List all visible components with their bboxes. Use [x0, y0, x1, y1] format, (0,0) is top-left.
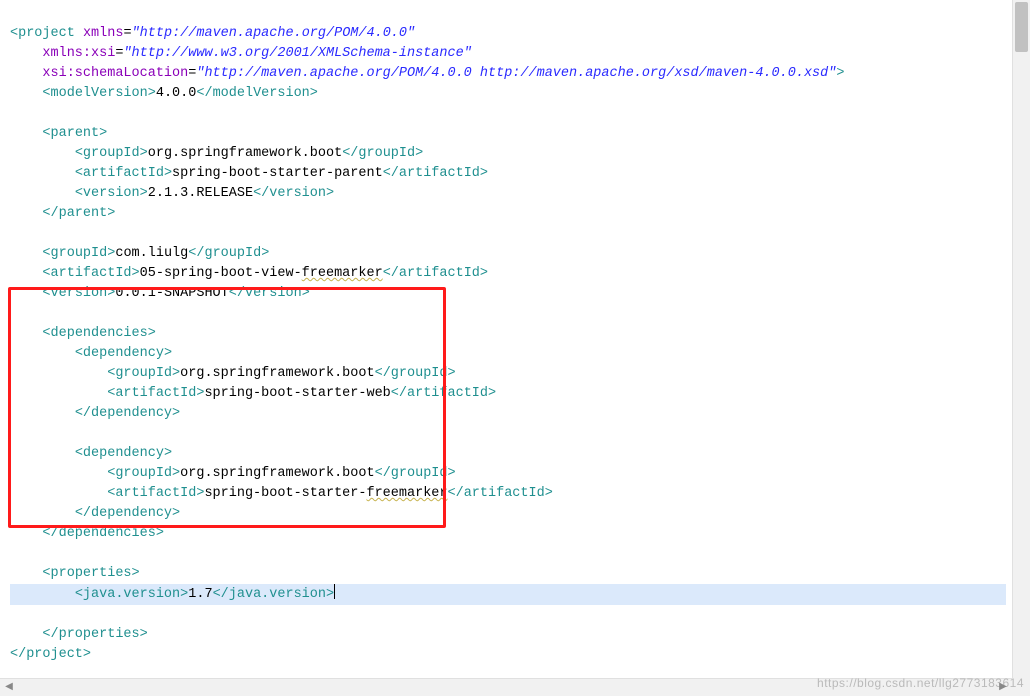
line-dep2-artifactid: <artifactId>spring-boot-starter-freemark…: [10, 486, 553, 501]
horizontal-scrollbar[interactable]: ◀ ▶: [0, 678, 1012, 696]
line-parent-artifactid: <artifactId>spring-boot-starter-parent</…: [10, 166, 488, 181]
line-proj-version: <version>0.0.1-SNAPSHOT</version>: [10, 286, 310, 301]
line-parent-version: <version>2.1.3.RELEASE</version>: [10, 186, 334, 201]
line-properties-close: </properties>: [10, 627, 148, 642]
line-project-close: </project>: [10, 647, 91, 662]
line-xsi-schema: xsi:schemaLocation="http://maven.apache.…: [10, 66, 844, 81]
line-dep2-groupid: <groupId>org.springframework.boot</group…: [10, 466, 456, 481]
blank-2: [10, 226, 18, 241]
line-dep1-artifactid: <artifactId>spring-boot-starter-web</art…: [10, 386, 496, 401]
scrollbar-corner: [1012, 678, 1030, 696]
line-deps-close: </dependencies>: [10, 526, 164, 541]
line-dep1-close: </dependency>: [10, 406, 180, 421]
line-proj-groupid: <groupId>com.liulg</groupId>: [10, 246, 269, 261]
vertical-scrollbar-thumb[interactable]: [1015, 2, 1028, 52]
scroll-right-icon[interactable]: ▶: [994, 679, 1012, 697]
vertical-scrollbar[interactable]: [1012, 0, 1030, 678]
blank-3: [10, 306, 18, 321]
blank-5: [10, 546, 18, 561]
blank-1: [10, 106, 18, 121]
line-dep1-open: <dependency>: [10, 346, 172, 361]
line-dep2-close: </dependency>: [10, 506, 180, 521]
line-properties-open: <properties>: [10, 566, 140, 581]
blank-4: [10, 426, 18, 441]
line-parent-close: </parent>: [10, 206, 115, 221]
line-project-open: <project xmlns="http://maven.apache.org/…: [10, 26, 415, 41]
line-dep2-open: <dependency>: [10, 446, 172, 461]
scroll-left-icon[interactable]: ◀: [0, 679, 18, 697]
line-parent-open: <parent>: [10, 126, 107, 141]
line-java-version-highlighted: <java.version>1.7</java.version>: [10, 584, 1006, 605]
line-parent-groupid: <groupId>org.springframework.boot</group…: [10, 146, 423, 161]
line-deps-open: <dependencies>: [10, 326, 156, 341]
line-model-version: <modelVersion>4.0.0</modelVersion>: [10, 86, 318, 101]
text-caret: [334, 584, 335, 599]
line-proj-artifactid: <artifactId>05-spring-boot-view-freemark…: [10, 266, 488, 281]
line-dep1-groupid: <groupId>org.springframework.boot</group…: [10, 366, 456, 381]
line-xmlns-xsi: xmlns:xsi="http://www.w3.org/2001/XMLSch…: [10, 46, 472, 61]
xml-editor[interactable]: <project xmlns="http://maven.apache.org/…: [0, 0, 1010, 678]
